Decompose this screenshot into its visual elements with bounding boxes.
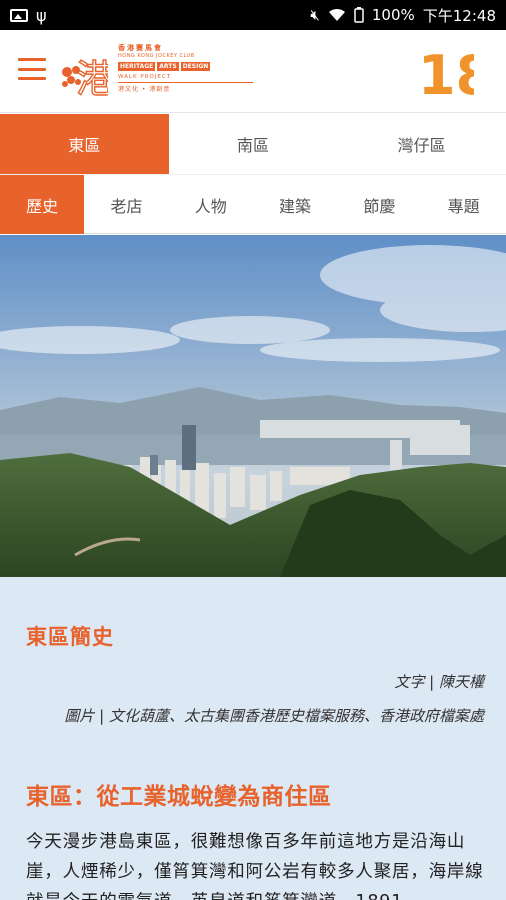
district-tabs: 東區 南區 灣仔區 <box>0 114 506 174</box>
tab-eastern[interactable]: 東區 <box>0 114 169 174</box>
battery-icon <box>354 7 364 23</box>
tab-features[interactable]: 專題 <box>421 175 505 234</box>
article-subtitle: 東區：從工業城蛻變為商住區 <box>26 784 332 810</box>
article: 東區簡史 文字 | 陳天權 圖片 | 文化葫蘆、太古集團香港歷史檔案服務、香港政… <box>0 577 506 900</box>
category-tabs: 歷史 老店 人物 建築 節慶 專題 <box>0 174 506 234</box>
svg-text:18: 18 <box>418 44 474 100</box>
svg-text:港: 港 <box>76 57 108 98</box>
image-notification-icon <box>10 8 28 22</box>
hero-image <box>0 235 506 577</box>
logo-line-3: WALK PROJECT <box>118 73 253 83</box>
app-header: 港 香港賽馬會 HONG KONG JOCKEY CLUB HERITAGE A… <box>0 30 506 113</box>
18-districts-badge[interactable]: 18 <box>418 44 474 100</box>
logo-line-2: HONG KONG JOCKEY CLUB <box>118 53 195 59</box>
usb-icon: ψ <box>36 5 47 25</box>
wifi-icon <box>328 8 346 22</box>
tab-architecture[interactable]: 建築 <box>253 175 337 234</box>
tab-history[interactable]: 歷史 <box>0 175 85 234</box>
logo-tag-heritage: HERITAGE <box>118 62 156 71</box>
logo-line-1: 香港賽馬會 <box>118 44 163 52</box>
article-body: 今天漫步港島東區，很難想像百多年前這地方是沿海山崖，人煙稀少，僅筲箕灣和阿公岩有… <box>26 832 484 900</box>
article-title: 東區簡史 <box>26 625 114 649</box>
logo-mark-icon: 港 <box>62 56 108 98</box>
status-bar: ψ 🔇︎ 100% 下午12:48 <box>0 0 506 30</box>
mute-icon: 🔇︎ <box>310 6 320 24</box>
photo-credit: 圖片 | 文化葫蘆、太古集團香港歷史檔案服務、香港政府檔案處 <box>64 707 484 725</box>
tab-wan-chai[interactable]: 灣仔區 <box>337 114 506 174</box>
battery-percent: 100% <box>371 6 415 24</box>
menu-icon[interactable] <box>18 58 46 80</box>
logo-tag-design: DESIGN <box>180 62 211 71</box>
tab-old-shops[interactable]: 老店 <box>84 175 168 234</box>
logo-line-4: 港文化 • 港創意 <box>118 86 171 93</box>
tab-southern[interactable]: 南區 <box>169 114 338 174</box>
writer-credit: 文字 | 陳天權 <box>394 673 484 691</box>
clock: 下午12:48 <box>422 6 496 25</box>
tab-festivals[interactable]: 節慶 <box>337 175 421 234</box>
hkjc-heritage-logo[interactable]: 港 香港賽馬會 HONG KONG JOCKEY CLUB HERITAGE A… <box>58 42 258 102</box>
logo-tag-arts: ARTS <box>157 62 179 71</box>
tab-people[interactable]: 人物 <box>169 175 253 234</box>
